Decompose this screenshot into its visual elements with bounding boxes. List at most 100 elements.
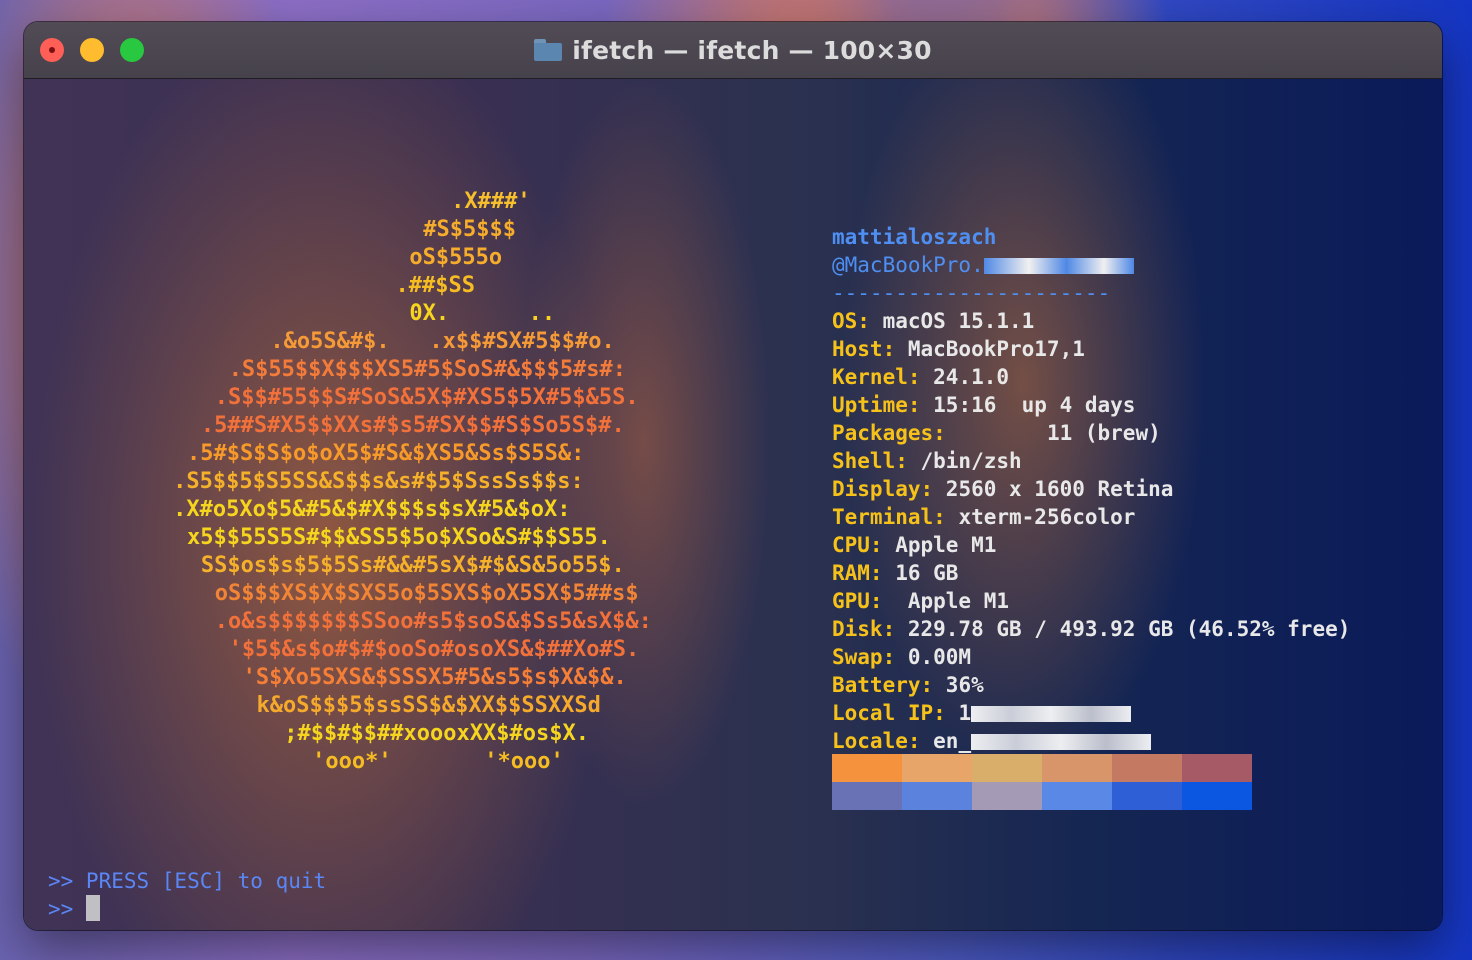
terminal-window: ifetch — ifetch — 100×30 .X###' #S$5$$$ oS…	[24, 22, 1442, 930]
redacted-value	[971, 734, 1152, 750]
ascii-art-line: '$5$&s$o#$#$ooSo#osoXS&$##Xo#S.	[228, 637, 640, 662]
info-row: Uptime: 15:16 up 4 days	[832, 391, 1350, 419]
color-swatch	[972, 782, 1042, 810]
info-row: Terminal: xterm-256color	[832, 503, 1350, 531]
ascii-art-line: .&o5S&#$. .x$$#SX#5$$#o.	[270, 329, 615, 354]
title-area: ifetch — ifetch — 100×30	[24, 22, 1442, 78]
info-key: RAM:	[832, 561, 883, 585]
info-row: Disk: 229.78 GB / 493.92 GB (46.52% free…	[832, 615, 1350, 643]
info-key: Kernel:	[832, 365, 921, 389]
info-key: Swap:	[832, 645, 896, 669]
info-fields: OS: macOS 15.1.1 Host: MacBookPro17,1 Kern…	[832, 307, 1350, 755]
folder-icon	[534, 39, 563, 61]
color-palette-row-2	[832, 782, 1252, 810]
redacted-value	[971, 706, 1132, 722]
info-row: Locale: en_	[832, 727, 1350, 755]
ascii-art-line: .5##S#X5$$XXs#$s5#SX$$#S$So5S$#.	[200, 413, 625, 438]
info-row: Battery: 36%	[832, 671, 1350, 699]
text-cursor	[85, 895, 100, 921]
ascii-art-line: .o&s$$$$$$$SSoo#s5$soS&$Ss5&sX$&:	[214, 609, 652, 634]
color-swatch	[1112, 782, 1182, 810]
color-swatch	[1042, 754, 1112, 782]
hostname: @MacBookPro.	[832, 253, 984, 277]
info-row: Display: 2560 x 1600 Retina	[832, 475, 1350, 503]
window-title: ifetch — ifetch — 100×30	[572, 35, 932, 65]
info-value: 1	[945, 701, 972, 725]
info-key: Packages:	[832, 421, 946, 445]
color-palette-row-1	[832, 754, 1252, 782]
info-value: /bin/zsh	[907, 449, 1022, 473]
info-key: CPU:	[832, 533, 883, 557]
ascii-art-line: SS$os$s$5$5Ss#&&#5sX$#$&S&5o55$.	[200, 553, 625, 578]
info-row: Kernel: 24.1.0	[832, 363, 1350, 391]
info-value: 24.1.0	[920, 365, 1010, 389]
ascii-art-line: .5#$S$S$o$oX5$#S&$XS5&Ss$S5S&:	[187, 441, 585, 466]
info-key: Display:	[832, 477, 934, 501]
info-key: Uptime:	[832, 393, 921, 417]
info-row: RAM: 16 GB	[832, 559, 1350, 587]
color-swatch	[1182, 754, 1252, 782]
info-row: GPU: Apple M1	[832, 587, 1350, 615]
info-key: Local IP:	[832, 701, 946, 725]
color-swatch	[902, 782, 972, 810]
prompt-symbol: >>	[48, 897, 86, 921]
info-row: Packages: 11 (brew)	[832, 419, 1350, 447]
ascii-art-line: .X#o5Xo$5&#5&$#X$$$s$sX#5&$oX:	[173, 497, 571, 522]
info-row: Swap: 0.00M	[832, 643, 1350, 671]
ascii-art-line: .S$$#55$$S#SoS&5X$#XS5$5X#5$&5S.	[214, 385, 639, 410]
ascii-art-line: oS$555o	[409, 245, 503, 270]
quit-hint: >> PRESS [ESC] to quit	[48, 869, 327, 893]
ascii-art-line: x5$$55S5S#$$&SS5$5o$XSo&S#$$S55.	[187, 525, 611, 550]
ascii-art-line: #S$5$$$	[423, 217, 517, 242]
ascii-art-line: .##$SS	[395, 273, 475, 298]
info-row: CPU: Apple M1	[832, 531, 1350, 559]
username: mattialoszach	[832, 225, 997, 249]
info-value: 2560 x 1600 Retina	[933, 477, 1174, 501]
color-swatch	[1112, 754, 1182, 782]
info-key: Terminal:	[832, 505, 946, 529]
info-value: macOS 15.1.1	[869, 309, 1035, 333]
info-key: Battery:	[832, 673, 934, 697]
system-info: mattialoszach @MacBookPro. -------------…	[832, 223, 1350, 755]
info-key: Disk:	[832, 617, 896, 641]
color-swatch	[832, 782, 902, 810]
info-value: 15:16 up 4 days	[920, 393, 1136, 417]
info-value: 16 GB	[882, 561, 959, 585]
terminal-content[interactable]: .X###' #S$5$$$ oS$555o .##$SS 0X. .. .&o5S&#$…	[24, 79, 1442, 930]
info-value: MacBookPro17,1	[895, 337, 1085, 361]
ascii-art-line: .S5$$5$S5SS&S$$s&s#$5$SssSs$$s:	[173, 469, 584, 494]
info-key: Host:	[832, 337, 896, 361]
info-value: 36%	[933, 673, 984, 697]
title-bar[interactable]: ifetch — ifetch — 100×30	[24, 22, 1442, 79]
separator: ----------------------	[832, 281, 1111, 305]
info-key: Shell:	[832, 449, 908, 473]
ascii-art-line: .X###'	[451, 189, 531, 214]
info-row: Local IP: 1	[832, 699, 1350, 727]
redacted-hostname	[983, 258, 1134, 274]
ascii-art-line: k&oS$$$5$ssSS$&$XX$$SSXXSd	[256, 693, 601, 718]
ascii-art-line: ;#$$#$$##xoooxXX$#os$X.	[284, 721, 589, 746]
info-value: xterm-256color	[945, 505, 1136, 529]
ascii-art-line: 'ooo*' '*ooo'	[312, 749, 564, 774]
color-swatch	[832, 754, 902, 782]
input-prompt[interactable]: >>	[48, 895, 100, 923]
info-value: 0.00M	[895, 645, 972, 669]
info-value: Apple M1	[882, 533, 997, 557]
info-value: Apple M1	[882, 589, 1010, 613]
color-swatch	[972, 754, 1042, 782]
info-key: GPU:	[832, 589, 883, 613]
info-value: 11 (brew)	[945, 421, 1161, 445]
info-row: Shell: /bin/zsh	[832, 447, 1350, 475]
ascii-art-line: oS$$$XS$X$SXS5o$5SXS$oX5SX$5##s$	[214, 581, 639, 606]
info-key: OS:	[832, 309, 870, 333]
ascii-art-line: 0X. ..	[409, 301, 556, 326]
color-swatch	[1042, 782, 1112, 810]
info-value: en_	[920, 729, 972, 753]
info-key: Locale:	[832, 729, 921, 753]
ascii-art-line: .S$55$$X$$$XS5#5$SoS#&$$$5#s#:	[228, 357, 627, 382]
color-swatch	[902, 754, 972, 782]
info-row: Host: MacBookPro17,1	[832, 335, 1350, 363]
ascii-art-line: 'S$Xo5SXS&$SSSX5#5&s5$s$X&$&.	[242, 665, 627, 690]
info-value: 229.78 GB / 493.92 GB (46.52% free)	[895, 617, 1351, 641]
color-swatch	[1182, 782, 1252, 810]
